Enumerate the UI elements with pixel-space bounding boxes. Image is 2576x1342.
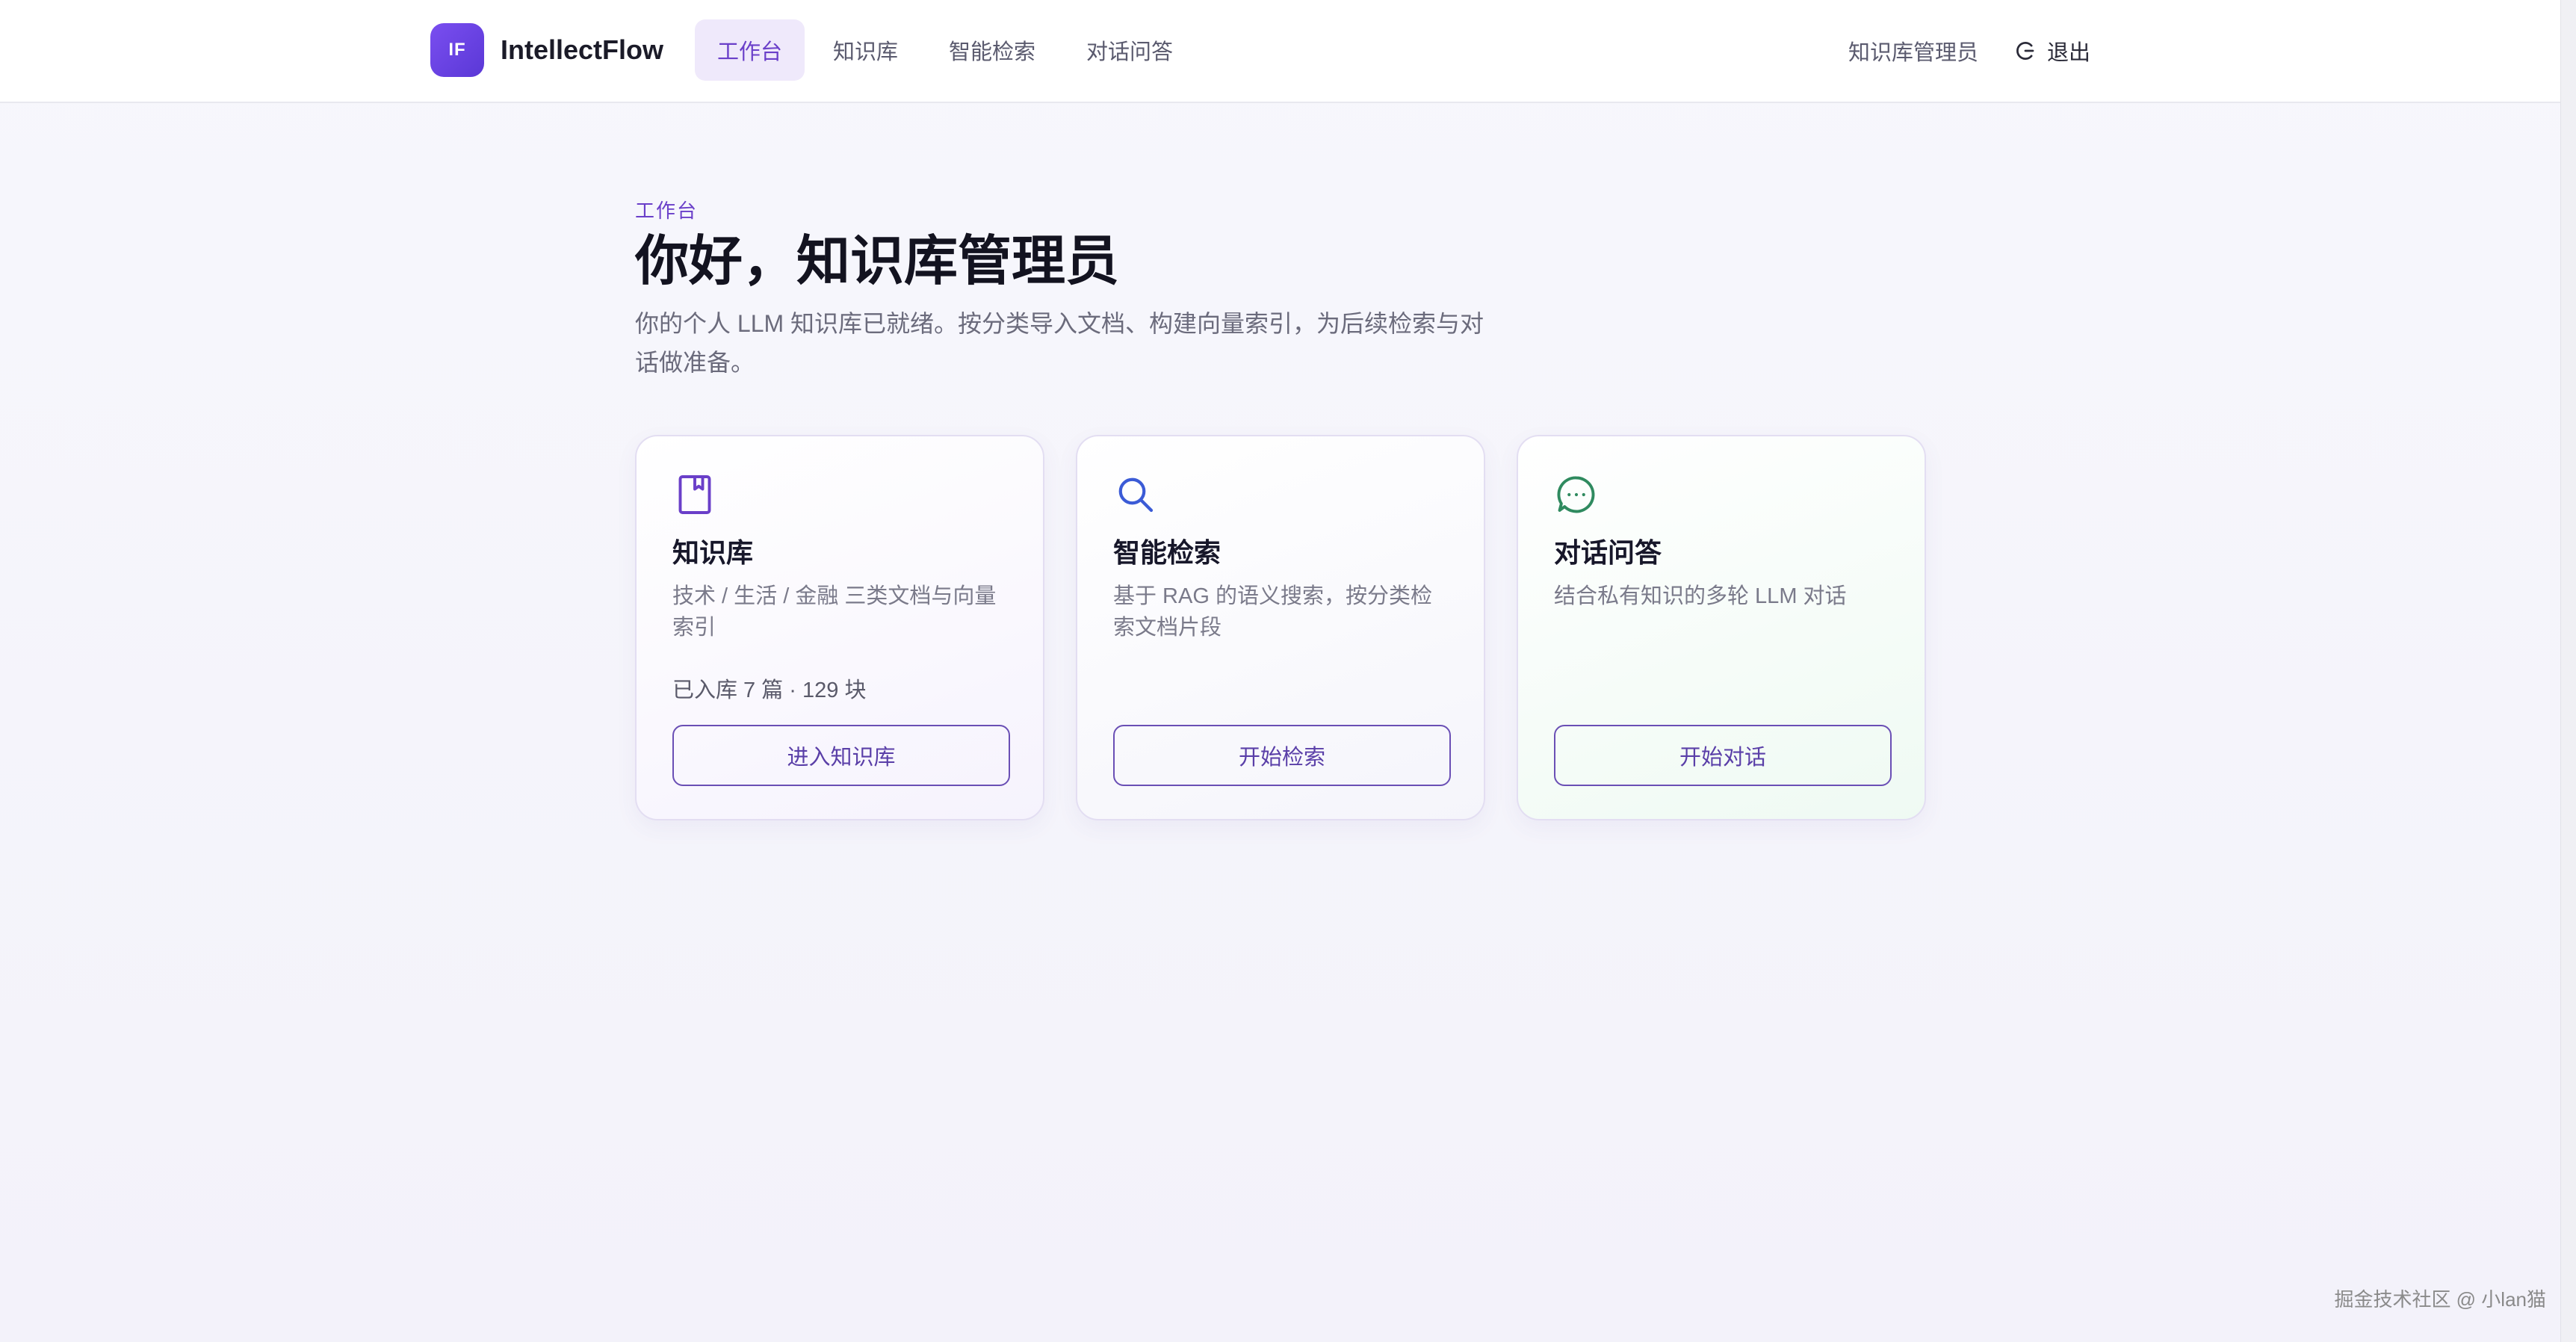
start-chat-button[interactable]: 开始对话 <box>1554 725 1892 786</box>
nav-tab-workbench[interactable]: 工作台 <box>695 19 805 81</box>
nav-tab-knowledge-base[interactable]: 知识库 <box>811 19 920 81</box>
card-title: 知识库 <box>672 537 754 568</box>
card-title: 对话问答 <box>1554 537 1662 568</box>
logout-icon <box>2016 42 2034 60</box>
user-name: 知识库管理员 <box>1848 41 1978 65</box>
brand-name: IntellectFlow <box>501 34 664 65</box>
card-description: 结合私有知识的多轮 LLM 对话 <box>1554 584 1847 608</box>
brand-logo: IF <box>430 23 484 77</box>
feature-cards: 知识库 技术 / 生活 / 金融 三类文档与向量索引 已入库 7 篇 · 129… <box>635 435 1926 820</box>
book-icon <box>678 475 711 514</box>
card-smart-search: 智能检索 基于 RAG 的语义搜索，按分类检索文档片段 开始检索 <box>1076 435 1485 820</box>
card-title: 智能检索 <box>1113 537 1222 568</box>
card-description: 基于 RAG 的语义搜索，按分类检索文档片段 <box>1113 584 1432 640</box>
card-stats: 已入库 7 篇 · 129 块 <box>672 678 867 702</box>
logout-label: 退出 <box>2046 41 2090 65</box>
search-icon <box>1118 477 1154 513</box>
nav-tab-smart-search[interactable]: 智能检索 <box>926 19 1058 81</box>
card-knowledge-base: 知识库 技术 / 生活 / 金融 三类文档与向量索引 已入库 7 篇 · 129… <box>635 435 1044 820</box>
hero-eyebrow: 工作台 <box>635 200 699 222</box>
card-chat-qa: 对话问答 结合私有知识的多轮 LLM 对话 开始对话 <box>1517 435 1926 820</box>
main-nav: 工作台 知识库 智能检索 对话问答 <box>695 19 1201 81</box>
start-search-button[interactable]: 开始检索 <box>1113 725 1451 786</box>
hero-subtitle: 你的个人 LLM 知识库已就绪。按分类导入文档、构建向量索引，为后续检索与对话做… <box>635 310 1484 377</box>
vertical-scrollbar[interactable] <box>2560 0 2576 1342</box>
enter-knowledge-base-button[interactable]: 进入知识库 <box>672 725 1010 786</box>
hero-section: 工作台 你好，知识库管理员 你的个人 LLM 知识库已就绪。按分类导入文档、构建… <box>635 196 1532 383</box>
user-area: 知识库管理员 退出 <box>1848 30 2090 72</box>
nav-tab-chat-qa[interactable]: 对话问答 <box>1064 19 1195 81</box>
watermark: 掘金技术社区 @ 小lan猫 <box>2334 1288 2546 1311</box>
page-title: 你好，知识库管理员 <box>635 232 1120 291</box>
logout-button[interactable]: 退出 <box>2014 35 2090 67</box>
top-header: IF IntellectFlow 工作台 知识库 智能检索 对话问答 知识库管理… <box>0 0 2561 103</box>
chat-icon <box>1557 476 1595 513</box>
brand[interactable]: IF IntellectFlow <box>430 23 663 77</box>
card-description: 技术 / 生活 / 金融 三类文档与向量索引 <box>672 584 997 640</box>
page-root: IF IntellectFlow 工作台 知识库 智能检索 对话问答 知识库管理… <box>0 0 2576 1342</box>
